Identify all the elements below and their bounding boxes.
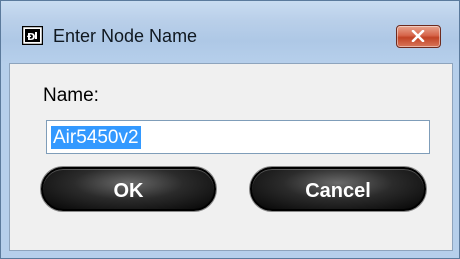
svg-text:Ð: Ð bbox=[27, 32, 35, 43]
title-bar[interactable]: Ð Enter Node Name bbox=[1, 1, 459, 63]
name-input-value: Air5450v2 bbox=[51, 126, 141, 149]
close-icon bbox=[411, 30, 425, 42]
ok-button[interactable]: OK bbox=[41, 167, 216, 211]
dialog-body: Name: Air5450v2 OK Cancel bbox=[9, 63, 453, 251]
name-input[interactable]: Air5450v2 bbox=[46, 120, 430, 154]
dialog-window: Ð Enter Node Name Name: Air5450v2 OK Can… bbox=[0, 0, 460, 259]
dialog-app-icon: Ð bbox=[21, 25, 44, 46]
window-title: Enter Node Name bbox=[53, 26, 198, 46]
close-button[interactable] bbox=[396, 25, 441, 48]
cancel-button[interactable]: Cancel bbox=[250, 167, 426, 211]
name-label: Name: bbox=[43, 85, 99, 106]
